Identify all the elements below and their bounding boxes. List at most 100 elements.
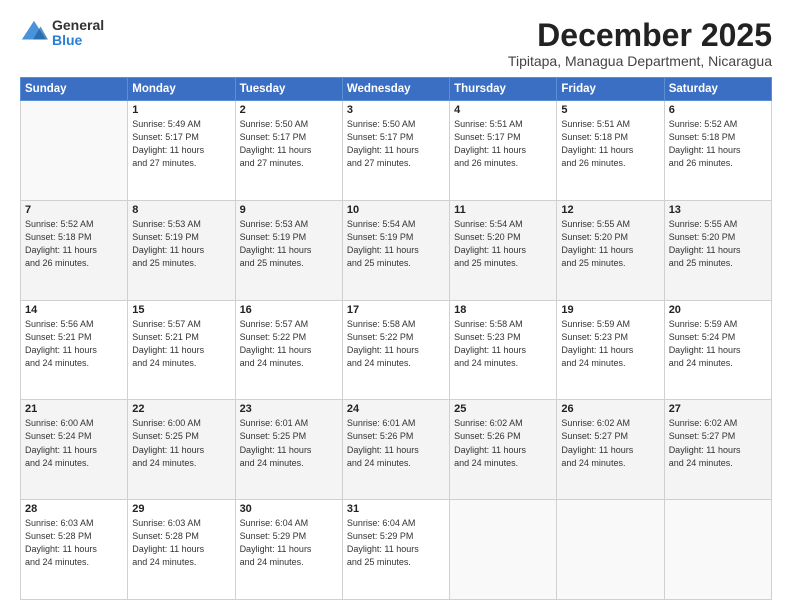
day-number: 25 bbox=[454, 403, 552, 415]
day-info: Sunrise: 6:04 AMSunset: 5:29 PMDaylight:… bbox=[240, 517, 338, 569]
calendar-day-cell: 24Sunrise: 6:01 AMSunset: 5:26 PMDayligh… bbox=[342, 400, 449, 500]
calendar-header-sunday: Sunday bbox=[21, 78, 128, 101]
title-block: December 2025 Tipitapa, Managua Departme… bbox=[508, 18, 772, 69]
calendar-week-row: 1Sunrise: 5:49 AMSunset: 5:17 PMDaylight… bbox=[21, 101, 772, 201]
day-number: 4 bbox=[454, 104, 552, 116]
calendar-day-cell: 27Sunrise: 6:02 AMSunset: 5:27 PMDayligh… bbox=[664, 400, 771, 500]
day-info: Sunrise: 5:50 AMSunset: 5:17 PMDaylight:… bbox=[347, 118, 445, 170]
calendar-day-cell: 9 Sunrise: 5:53 AMSunset: 5:19 PMDaylight… bbox=[235, 200, 342, 300]
day-info: Sunrise: 5:56 AMSunset: 5:21 PMDaylight:… bbox=[25, 318, 123, 370]
calendar-header-friday: Friday bbox=[557, 78, 664, 101]
day-number: 24 bbox=[347, 403, 445, 415]
day-number: 28 bbox=[25, 503, 123, 515]
day-info: Sunrise: 5:50 AMSunset: 5:17 PMDaylight:… bbox=[240, 118, 338, 170]
day-info: Sunrise: 5:49 AMSunset: 5:17 PMDaylight:… bbox=[132, 118, 230, 170]
day-number: 18 bbox=[454, 304, 552, 316]
day-number: 30 bbox=[240, 503, 338, 515]
day-number: 5 bbox=[561, 104, 659, 116]
day-number: 16 bbox=[240, 304, 338, 316]
day-number: 31 bbox=[347, 503, 445, 515]
calendar-day-cell: 29Sunrise: 6:03 AMSunset: 5:28 PMDayligh… bbox=[128, 500, 235, 600]
calendar-day-cell bbox=[21, 101, 128, 201]
calendar-day-cell bbox=[557, 500, 664, 600]
day-info: Sunrise: 6:02 AMSunset: 5:27 PMDaylight:… bbox=[561, 417, 659, 469]
day-number: 22 bbox=[132, 403, 230, 415]
day-info: Sunrise: 5:57 AMSunset: 5:22 PMDaylight:… bbox=[240, 318, 338, 370]
day-number: 21 bbox=[25, 403, 123, 415]
calendar-day-cell: 18 Sunrise: 5:58 AMSunset: 5:23 PMDayligh… bbox=[450, 300, 557, 400]
calendar-day-cell: 15 Sunrise: 5:57 AMSunset: 5:21 PMDayligh… bbox=[128, 300, 235, 400]
calendar-day-cell: 25Sunrise: 6:02 AMSunset: 5:26 PMDayligh… bbox=[450, 400, 557, 500]
day-info: Sunrise: 5:59 AMSunset: 5:24 PMDaylight:… bbox=[669, 318, 767, 370]
day-info: Sunrise: 6:04 AMSunset: 5:29 PMDaylight:… bbox=[347, 517, 445, 569]
logo-blue-text: Blue bbox=[52, 33, 104, 48]
calendar-day-cell: 16 Sunrise: 5:57 AMSunset: 5:22 PMDayligh… bbox=[235, 300, 342, 400]
day-number: 26 bbox=[561, 403, 659, 415]
day-number: 9 bbox=[240, 204, 338, 216]
calendar-day-cell: 1Sunrise: 5:49 AMSunset: 5:17 PMDaylight… bbox=[128, 101, 235, 201]
calendar-day-cell: 14 Sunrise: 5:56 AMSunset: 5:21 PMDayligh… bbox=[21, 300, 128, 400]
day-number: 15 bbox=[132, 304, 230, 316]
calendar-day-cell: 20 Sunrise: 5:59 AMSunset: 5:24 PMDayligh… bbox=[664, 300, 771, 400]
calendar-day-cell: 21 Sunrise: 6:00 AMSunset: 5:24 PMDayligh… bbox=[21, 400, 128, 500]
calendar-day-cell: 8 Sunrise: 5:53 AMSunset: 5:19 PMDaylight… bbox=[128, 200, 235, 300]
day-info: Sunrise: 6:00 AMSunset: 5:25 PMDaylight:… bbox=[132, 417, 230, 469]
page: General Blue December 2025 Tipitapa, Man… bbox=[0, 0, 792, 612]
day-number: 13 bbox=[669, 204, 767, 216]
day-info: Sunrise: 5:58 AMSunset: 5:23 PMDaylight:… bbox=[454, 318, 552, 370]
month-title: December 2025 bbox=[508, 18, 772, 53]
calendar-day-cell: 13 Sunrise: 5:55 AMSunset: 5:20 PMDayligh… bbox=[664, 200, 771, 300]
calendar-day-cell: 12Sunrise: 5:55 AMSunset: 5:20 PMDayligh… bbox=[557, 200, 664, 300]
day-number: 8 bbox=[132, 204, 230, 216]
day-info: Sunrise: 5:55 AMSunset: 5:20 PMDaylight:… bbox=[561, 218, 659, 270]
day-number: 29 bbox=[132, 503, 230, 515]
day-number: 3 bbox=[347, 104, 445, 116]
subtitle: Tipitapa, Managua Department, Nicaragua bbox=[508, 53, 772, 69]
day-number: 2 bbox=[240, 104, 338, 116]
calendar-day-cell bbox=[450, 500, 557, 600]
calendar-week-row: 14 Sunrise: 5:56 AMSunset: 5:21 PMDayligh… bbox=[21, 300, 772, 400]
day-info: Sunrise: 6:02 AMSunset: 5:27 PMDaylight:… bbox=[669, 417, 767, 469]
day-number: 7 bbox=[25, 204, 123, 216]
calendar-day-cell bbox=[664, 500, 771, 600]
day-info: Sunrise: 5:53 AMSunset: 5:19 PMDaylight:… bbox=[240, 218, 338, 270]
logo-general-text: General bbox=[52, 18, 104, 33]
day-number: 23 bbox=[240, 403, 338, 415]
header: General Blue December 2025 Tipitapa, Man… bbox=[20, 18, 772, 69]
day-number: 11 bbox=[454, 204, 552, 216]
day-number: 14 bbox=[25, 304, 123, 316]
calendar-day-cell: 22 Sunrise: 6:00 AMSunset: 5:25 PMDayligh… bbox=[128, 400, 235, 500]
calendar-header-thursday: Thursday bbox=[450, 78, 557, 101]
day-info: Sunrise: 5:51 AMSunset: 5:18 PMDaylight:… bbox=[561, 118, 659, 170]
calendar-week-row: 21 Sunrise: 6:00 AMSunset: 5:24 PMDayligh… bbox=[21, 400, 772, 500]
day-info: Sunrise: 5:54 AMSunset: 5:20 PMDaylight:… bbox=[454, 218, 552, 270]
day-number: 20 bbox=[669, 304, 767, 316]
day-info: Sunrise: 6:00 AMSunset: 5:24 PMDaylight:… bbox=[25, 417, 123, 469]
day-info: Sunrise: 5:55 AMSunset: 5:20 PMDaylight:… bbox=[669, 218, 767, 270]
calendar-day-cell: 30 Sunrise: 6:04 AMSunset: 5:29 PMDayligh… bbox=[235, 500, 342, 600]
day-info: Sunrise: 6:01 AMSunset: 5:25 PMDaylight:… bbox=[240, 417, 338, 469]
calendar-day-cell: 17 Sunrise: 5:58 AMSunset: 5:22 PMDayligh… bbox=[342, 300, 449, 400]
logo-icon bbox=[20, 19, 48, 47]
calendar-day-cell: 23 Sunrise: 6:01 AMSunset: 5:25 PMDayligh… bbox=[235, 400, 342, 500]
calendar-day-cell: 26 Sunrise: 6:02 AMSunset: 5:27 PMDayligh… bbox=[557, 400, 664, 500]
day-number: 17 bbox=[347, 304, 445, 316]
calendar-day-cell: 7 Sunrise: 5:52 AMSunset: 5:18 PMDaylight… bbox=[21, 200, 128, 300]
calendar-header-row: SundayMondayTuesdayWednesdayThursdayFrid… bbox=[21, 78, 772, 101]
calendar-day-cell: 31 Sunrise: 6:04 AMSunset: 5:29 PMDayligh… bbox=[342, 500, 449, 600]
day-info: Sunrise: 5:52 AMSunset: 5:18 PMDaylight:… bbox=[25, 218, 123, 270]
day-number: 6 bbox=[669, 104, 767, 116]
calendar-day-cell: 2 Sunrise: 5:50 AMSunset: 5:17 PMDaylight… bbox=[235, 101, 342, 201]
day-info: Sunrise: 6:03 AMSunset: 5:28 PMDaylight:… bbox=[25, 517, 123, 569]
day-info: Sunrise: 5:57 AMSunset: 5:21 PMDaylight:… bbox=[132, 318, 230, 370]
day-info: Sunrise: 5:51 AMSunset: 5:17 PMDaylight:… bbox=[454, 118, 552, 170]
calendar-header-monday: Monday bbox=[128, 78, 235, 101]
calendar-header-saturday: Saturday bbox=[664, 78, 771, 101]
calendar-day-cell: 19Sunrise: 5:59 AMSunset: 5:23 PMDayligh… bbox=[557, 300, 664, 400]
calendar-table: SundayMondayTuesdayWednesdayThursdayFrid… bbox=[20, 77, 772, 600]
calendar-header-tuesday: Tuesday bbox=[235, 78, 342, 101]
calendar-day-cell: 3 Sunrise: 5:50 AMSunset: 5:17 PMDaylight… bbox=[342, 101, 449, 201]
day-info: Sunrise: 5:53 AMSunset: 5:19 PMDaylight:… bbox=[132, 218, 230, 270]
day-number: 19 bbox=[561, 304, 659, 316]
day-info: Sunrise: 5:58 AMSunset: 5:22 PMDaylight:… bbox=[347, 318, 445, 370]
